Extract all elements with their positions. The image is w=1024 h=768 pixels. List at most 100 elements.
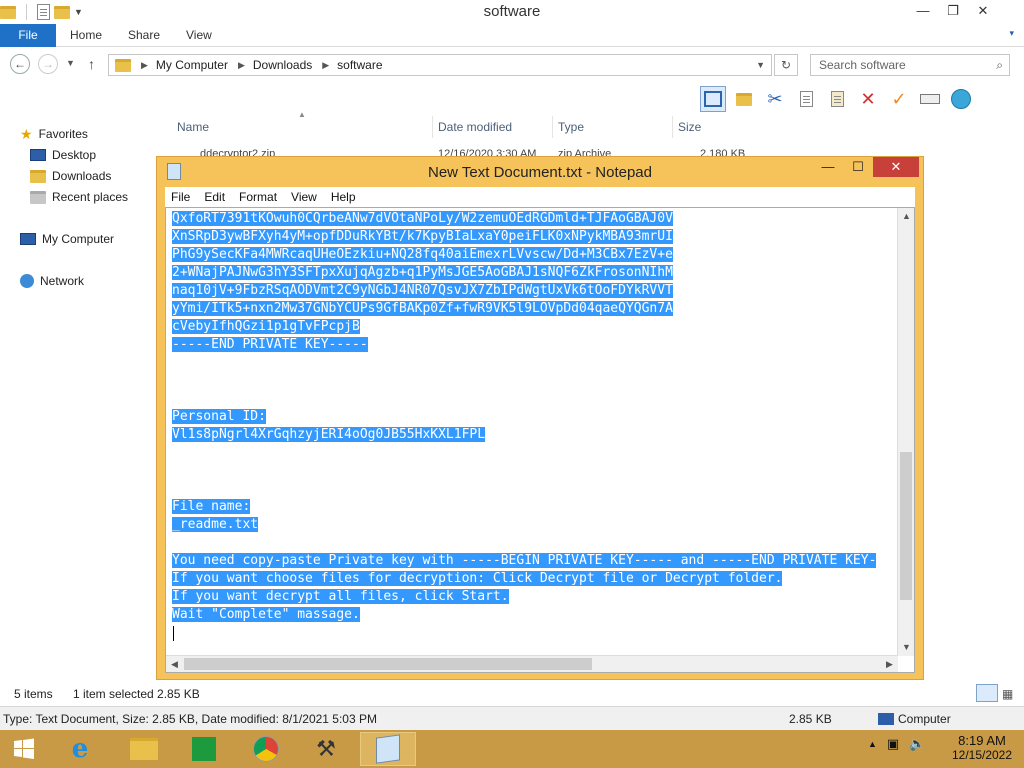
preview-pane-icon[interactable] — [700, 86, 726, 112]
back-icon[interactable]: ← — [10, 54, 30, 74]
notepad-text-area[interactable]: QxfoRT7391tKOwuh0CQrbeANw7dVOtaNPoLy/W2z… — [165, 207, 915, 673]
nav-favorites[interactable]: ★ Favorites — [20, 124, 88, 144]
taskbar-tool[interactable]: ⚒ — [298, 732, 354, 766]
scroll-right-icon[interactable]: ▶ — [881, 656, 898, 672]
chrome-icon — [253, 736, 279, 762]
text-line: -----END PRIVATE KEY----- — [172, 336, 900, 354]
start-button[interactable] — [0, 732, 48, 766]
tab-view[interactable]: View — [186, 24, 212, 47]
notepad-window: New Text Document.txt - Notepad — ☐ ✕ Fi… — [156, 156, 924, 680]
nav-downloads-label: Downloads — [52, 169, 112, 183]
menu-view[interactable]: View — [291, 190, 317, 204]
close-icon[interactable]: ✕ — [873, 157, 919, 177]
column-divider[interactable] — [432, 116, 433, 138]
breadcrumb-downloads[interactable]: Downloads — [253, 58, 312, 72]
close-icon[interactable]: ✕ — [968, 0, 998, 22]
nav-my-computer[interactable]: My Computer — [20, 229, 114, 249]
text-line: Vl1s8pNgrl4XrGqhzyjERI4oOg0JB55HxKXL1FPL — [172, 426, 900, 444]
rename-icon[interactable] — [917, 86, 943, 112]
menu-file[interactable]: File — [171, 190, 190, 204]
forward-icon[interactable]: → — [38, 54, 58, 74]
taskbar-notepad[interactable] — [360, 732, 416, 766]
tab-share[interactable]: Share — [128, 24, 160, 47]
scroll-up-icon[interactable]: ▲ — [898, 208, 914, 225]
volume-icon[interactable]: 🔈 — [909, 736, 925, 752]
address-dropdown-icon[interactable]: ▼ — [756, 60, 765, 70]
address-bar[interactable]: ▶ My Computer ▶ Downloads ▶ software ▼ — [108, 54, 772, 76]
column-name[interactable]: Name — [177, 120, 209, 134]
taskbar-chrome[interactable] — [238, 732, 294, 766]
clock[interactable]: 8:19 AM 12/15/2022 — [940, 733, 1024, 763]
taskbar-file-explorer[interactable] — [116, 732, 172, 766]
vertical-scrollbar[interactable]: ▲ ▼ — [897, 208, 914, 656]
up-icon[interactable]: ↑ — [88, 56, 95, 72]
text-line — [172, 462, 900, 480]
breadcrumb-my-computer[interactable]: My Computer — [156, 58, 228, 72]
text-line — [172, 480, 900, 498]
checkmark-icon[interactable]: ✓ — [886, 86, 912, 112]
scroll-down-icon[interactable]: ▼ — [898, 639, 914, 656]
nav-desktop[interactable]: Desktop — [30, 145, 96, 165]
network-tray-icon[interactable]: ▣ — [887, 736, 899, 752]
paste-icon[interactable] — [824, 86, 850, 112]
selection-info: 1 item selected 2.85 KB — [73, 687, 200, 701]
selected-text: If you want decrypt all files, click Sta… — [172, 589, 509, 604]
delete-icon[interactable]: ✕ — [855, 86, 881, 112]
text-line: If you want decrypt all files, click Sta… — [172, 588, 900, 606]
search-icon: ⌕ — [996, 58, 1003, 72]
explorer-titlebar: ▼ software — ❐ ✕ — [0, 0, 1024, 24]
taskbar-internet-explorer[interactable]: e — [52, 732, 108, 766]
text-line — [172, 390, 900, 408]
copy-icon[interactable] — [793, 86, 819, 112]
details-view-icon[interactable] — [976, 684, 998, 702]
column-type[interactable]: Type — [558, 120, 584, 134]
text-line: QxfoRT7391tKOwuh0CQrbeANw7dVOtaNPoLy/W2z… — [172, 210, 900, 228]
selected-text: You need copy-paste Private key with ---… — [172, 553, 877, 568]
restore-icon[interactable]: ❐ — [938, 0, 968, 22]
maximize-icon[interactable]: ☐ — [843, 157, 873, 177]
recent-locations-icon[interactable]: ▼ — [66, 58, 75, 68]
nav-recent-places[interactable]: Recent places — [30, 187, 128, 207]
notepad-text[interactable]: QxfoRT7391tKOwuh0CQrbeANw7dVOtaNPoLy/W2z… — [172, 210, 900, 650]
refresh-icon[interactable]: ↻ — [774, 54, 798, 76]
column-size[interactable]: Size — [678, 120, 701, 134]
text-line — [172, 534, 900, 552]
menu-help[interactable]: Help — [331, 190, 356, 204]
minimize-icon[interactable]: — — [813, 157, 843, 177]
large-icons-view-icon[interactable]: ▦ — [1002, 687, 1013, 701]
details-info: Type: Text Document, Size: 2.85 KB, Date… — [3, 712, 377, 726]
column-divider[interactable] — [672, 116, 673, 138]
column-date-modified[interactable]: Date modified — [438, 120, 512, 134]
text-line: 2+WNajPAJNwG3hY3SFTpxXujqAgzb+q1PyMsJGE5… — [172, 264, 900, 282]
minimize-icon[interactable]: — — [908, 0, 938, 22]
vertical-scroll-thumb[interactable] — [900, 452, 912, 600]
notepad-menu-bar: File Edit Format View Help — [165, 187, 915, 207]
pickaxe-icon: ⚒ — [316, 736, 336, 761]
column-divider[interactable] — [552, 116, 553, 138]
horizontal-scroll-thumb[interactable] — [184, 658, 592, 670]
menu-format[interactable]: Format — [239, 190, 277, 204]
selected-text: File name: — [172, 499, 251, 514]
notepad-titlebar[interactable]: New Text Document.txt - Notepad — ☐ ✕ — [157, 157, 923, 187]
properties-toolbar-icon[interactable] — [731, 86, 757, 112]
ribbon-expand-icon[interactable]: ▾ — [1009, 28, 1014, 39]
horizontal-scrollbar[interactable]: ◀ ▶ — [166, 655, 898, 672]
nav-downloads[interactable]: Downloads — [30, 166, 111, 186]
breadcrumb-software[interactable]: software — [337, 58, 382, 72]
nav-network[interactable]: Network — [20, 271, 84, 291]
tab-home[interactable]: Home — [70, 24, 102, 47]
globe-icon[interactable] — [948, 86, 974, 112]
windows-logo-icon — [14, 738, 34, 759]
taskbar: e ⚒ ▲ ▣ 🔈 8:19 AM 12/15/2022 — [0, 730, 1024, 768]
taskbar-store[interactable] — [176, 732, 232, 766]
scroll-left-icon[interactable]: ◀ — [166, 656, 183, 672]
nav-desktop-label: Desktop — [52, 148, 97, 162]
explorer-toolbar: ✂ ✕ ✓ — [700, 84, 974, 114]
cut-icon[interactable]: ✂ — [762, 86, 788, 112]
search-input[interactable]: Search software ⌕ — [810, 54, 1010, 76]
show-hidden-icons-icon[interactable]: ▲ — [868, 739, 877, 752]
downloads-icon — [30, 169, 46, 183]
tab-file[interactable]: File — [0, 24, 56, 47]
menu-edit[interactable]: Edit — [204, 190, 225, 204]
selected-text: Vl1s8pNgrl4XrGqhzyjERI4oOg0JB55HxKXL1FPL — [172, 427, 486, 442]
